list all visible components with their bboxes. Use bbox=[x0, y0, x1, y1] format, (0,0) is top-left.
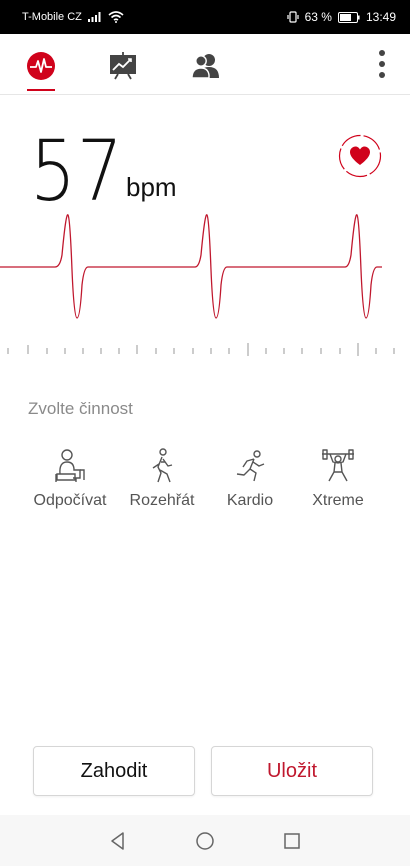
ecg-waveform bbox=[0, 214, 382, 319]
home-icon[interactable] bbox=[195, 831, 215, 851]
discard-button[interactable]: Zahodit bbox=[33, 746, 195, 796]
tab-heart-rate[interactable] bbox=[21, 46, 61, 86]
activity-warmup-label: Rozehřát bbox=[129, 492, 195, 509]
status-right: 63 % 13:49 bbox=[287, 10, 396, 24]
weightlifter-icon bbox=[322, 449, 354, 482]
system-nav-bar bbox=[0, 815, 410, 866]
activity-warmup[interactable]: Rozehřát bbox=[114, 448, 210, 510]
bpm-unit: bpm bbox=[126, 172, 177, 202]
favorite-heart-button[interactable] bbox=[338, 134, 382, 178]
activity-cardio[interactable]: Kardio bbox=[202, 448, 298, 510]
activity-cardio-label: Kardio bbox=[226, 492, 274, 509]
save-button[interactable]: Uložit bbox=[211, 746, 373, 796]
running-person-icon bbox=[236, 450, 265, 482]
battery-percent: 63 % bbox=[304, 10, 332, 24]
activity-list: Odpočívat Rozehřát Kardio Xtreme bbox=[22, 448, 392, 518]
tab-history[interactable] bbox=[103, 46, 143, 86]
activity-title: Zvolte činnost bbox=[28, 399, 133, 418]
menu-dot bbox=[379, 61, 385, 67]
activity-rest-label: Odpočívat bbox=[33, 492, 107, 509]
overflow-menu-button[interactable] bbox=[372, 50, 392, 78]
back-icon[interactable] bbox=[108, 831, 128, 851]
activity-xtreme[interactable]: Xtreme bbox=[290, 448, 386, 510]
carrier-label: T-Mobile CZ bbox=[22, 11, 82, 23]
users-icon bbox=[191, 54, 219, 79]
menu-dot bbox=[379, 50, 385, 56]
heart-icon bbox=[338, 134, 382, 178]
activity-rest[interactable]: Odpočívat bbox=[22, 448, 118, 510]
tab-community[interactable] bbox=[186, 46, 226, 86]
status-left: T-Mobile CZ bbox=[22, 11, 124, 23]
wifi-icon bbox=[108, 11, 124, 23]
activity-xtreme-label: Xtreme bbox=[312, 492, 364, 509]
walking-person-icon bbox=[152, 448, 173, 483]
clock: 13:49 bbox=[365, 10, 396, 24]
bpm-value: 57 bbox=[30, 122, 124, 220]
vibrate-icon bbox=[287, 11, 299, 23]
active-tab-indicator bbox=[27, 89, 55, 91]
heart-rate-icon bbox=[27, 52, 55, 80]
menu-dot bbox=[379, 72, 385, 78]
battery-icon bbox=[337, 11, 360, 23]
status-bar: T-Mobile CZ 63 % 13:49 bbox=[0, 0, 410, 34]
timeline-ruler bbox=[7, 343, 395, 356]
app-bar bbox=[0, 34, 410, 95]
resting-person-icon bbox=[55, 449, 85, 482]
chart-board-icon bbox=[110, 52, 136, 80]
signal-icon bbox=[87, 12, 101, 22]
recents-icon[interactable] bbox=[282, 831, 302, 851]
